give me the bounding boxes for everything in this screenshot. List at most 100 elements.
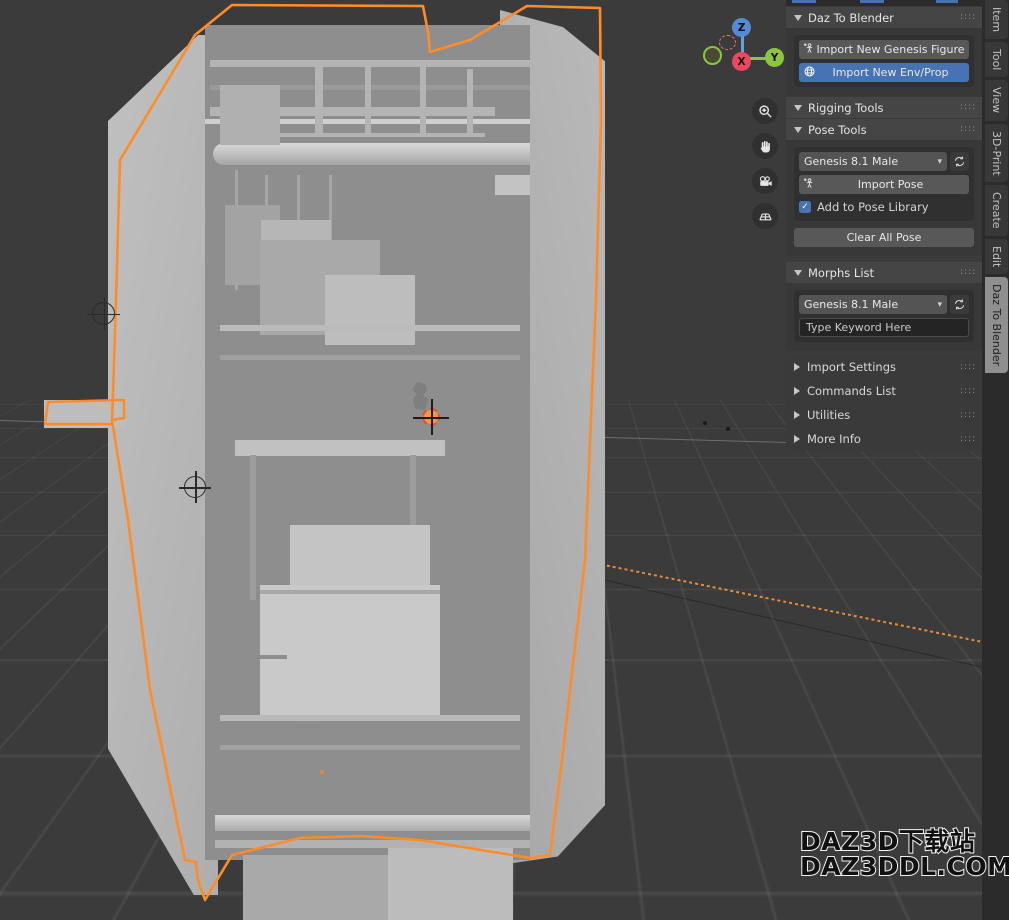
gizmo-axis-z-label: Z (738, 22, 746, 34)
gizmo-axis-neg-x[interactable] (719, 35, 736, 50)
morphs-figure-dropdown[interactable]: Genesis 8.1 Male ▾ (799, 295, 947, 314)
drag-grip-icon[interactable]: :::: (960, 270, 974, 275)
hand-icon[interactable] (752, 133, 778, 159)
section-header-rigging-tools[interactable]: Rigging Tools :::: (786, 96, 982, 118)
add-to-pose-library-row[interactable]: ✓ Add to Pose Library (799, 198, 969, 216)
section-header-pose-tools[interactable]: Pose Tools :::: (786, 118, 982, 140)
viewport-tool-column (752, 98, 780, 238)
section-body-morphs-list: Genesis 8.1 Male ▾ Type Keyword Here (786, 283, 982, 351)
base-column-side (388, 848, 513, 920)
navigation-gizmo[interactable]: Z X Y (696, 4, 782, 68)
section-header-utilities[interactable]: Utilities :::: (786, 403, 982, 427)
section-title-utilities: Utilities (807, 408, 850, 422)
chevron-down-icon (794, 105, 802, 111)
section-title-morphs-list: Morphs List (808, 266, 874, 280)
import-pose-button[interactable]: Import Pose (799, 175, 969, 194)
chevron-right-icon (794, 411, 800, 419)
gizmo-axis-neg-y[interactable] (703, 46, 722, 65)
drag-grip-icon[interactable]: :::: (960, 127, 974, 132)
section-title-rigging-tools: Rigging Tools (808, 101, 884, 115)
gizmo-axis-z[interactable]: Z (732, 18, 751, 37)
chevron-right-icon (794, 435, 800, 443)
morphs-list-box: Genesis 8.1 Male ▾ Type Keyword Here (794, 290, 974, 342)
camera-icon[interactable] (752, 168, 778, 194)
chevron-down-icon: ▾ (937, 157, 942, 167)
pose-tools-box: Genesis 8.1 Male ▾ Import Pose ✓ Add to … (794, 147, 974, 221)
chevron-right-icon (794, 387, 800, 395)
morphs-keyword-input[interactable]: Type Keyword Here (799, 318, 969, 337)
import-new-genesis-figure-label: Import New Genesis Figure (816, 43, 965, 56)
empty-sphere-upper[interactable] (92, 302, 115, 325)
import-new-genesis-figure-button[interactable]: Import New Genesis Figure (799, 40, 969, 59)
gizmo-axis-y[interactable]: Y (765, 48, 784, 67)
add-to-pose-library-checkbox[interactable]: ✓ (799, 201, 811, 213)
interior-machinery (205, 25, 530, 860)
pose-figure-row: Genesis 8.1 Male ▾ (799, 152, 969, 171)
section-body-daz-to-blender: Import New Genesis Figure Import New Env… (786, 28, 982, 96)
globe-icon (803, 65, 816, 81)
tab-3d-print[interactable]: 3D-Print (985, 124, 1008, 183)
morphs-figure-value: Genesis 8.1 Male (804, 298, 898, 311)
armature-pose-icon (803, 42, 816, 58)
chevron-down-icon: ▾ (937, 300, 942, 310)
watermark-line-2: DAZ3DDL.COM (800, 854, 1009, 879)
import-new-env-prop-button[interactable]: Import New Env/Prop (799, 63, 969, 82)
wall-flange (44, 400, 126, 428)
gizmo-axis-x[interactable]: X (732, 52, 751, 71)
scene-point-c (320, 770, 324, 774)
clear-all-pose-button[interactable]: Clear All Pose (794, 228, 974, 247)
n-panel-daz-to-blender: Daz To Blender :::: Import New Genesis F… (786, 0, 982, 451)
drag-grip-icon[interactable]: :::: (960, 365, 974, 370)
tab-3d-print-label: 3D-Print (990, 131, 1003, 176)
clear-all-pose-label: Clear All Pose (847, 231, 922, 244)
tab-item[interactable]: Item (985, 0, 1008, 39)
tab-item-label: Item (990, 7, 1003, 32)
section-body-pose-tools: Genesis 8.1 Male ▾ Import Pose ✓ Add to … (786, 140, 982, 256)
pose-figure-dropdown[interactable]: Genesis 8.1 Male ▾ (799, 152, 947, 171)
tab-tool[interactable]: Tool (985, 42, 1008, 77)
section-header-import-settings[interactable]: Import Settings :::: (786, 355, 982, 379)
morphs-keyword-value: Type Keyword Here (806, 321, 911, 334)
section-title-commands-list: Commands List (807, 384, 896, 398)
import-pose-label: Import Pose (816, 178, 965, 191)
watermark-line-1: DAZ3D下载站 (800, 829, 1009, 854)
pose-figure-value: Genesis 8.1 Male (804, 155, 898, 168)
tab-daz-to-blender[interactable]: Daz To Blender (985, 277, 1008, 373)
chevron-down-icon (794, 270, 802, 276)
gizmo-axis-x-label: X (737, 56, 745, 68)
tab-view[interactable]: View (985, 80, 1008, 120)
tab-create[interactable]: Create (985, 185, 1008, 236)
drag-grip-icon[interactable]: :::: (960, 437, 974, 442)
gizmo-axis-y-label: Y (771, 52, 779, 64)
morphs-refresh-button[interactable] (950, 295, 969, 314)
drag-grip-icon[interactable]: :::: (960, 389, 974, 394)
section-title-daz-to-blender: Daz To Blender (808, 11, 894, 25)
pose-refresh-button[interactable] (950, 152, 969, 171)
section-header-more-info[interactable]: More Info :::: (786, 427, 982, 451)
tab-edit-label: Edit (990, 246, 1003, 267)
drag-grip-icon[interactable]: :::: (960, 105, 974, 110)
watermark: DAZ3D下载站 DAZ3DDL.COM (800, 829, 1009, 879)
wall-panel-left (108, 35, 218, 895)
empty-sphere-lower[interactable] (184, 476, 206, 498)
chevron-down-icon (794, 127, 802, 133)
tab-create-label: Create (990, 192, 1003, 229)
tab-view-label: View (990, 87, 1003, 113)
zoom-icon[interactable] (752, 98, 778, 124)
morphs-figure-row: Genesis 8.1 Male ▾ (799, 295, 969, 314)
sidebar-tab-rail: Item Tool View 3D-Print Create Edit Daz … (982, 0, 1009, 920)
armature-pose-icon (803, 177, 816, 193)
section-header-morphs-list[interactable]: Morphs List :::: (786, 261, 982, 283)
blender-window: Z X Y Daz To Blender:::: Import New Gen… (0, 0, 1009, 920)
section-title-pose-tools: Pose Tools (808, 123, 867, 137)
tab-edit[interactable]: Edit (985, 239, 1008, 274)
drag-grip-icon[interactable]: :::: (960, 15, 974, 20)
grid-icon[interactable] (752, 203, 778, 229)
section-header-commands-list[interactable]: Commands List :::: (786, 379, 982, 403)
tab-daz-to-blender-label: Daz To Blender (990, 284, 1003, 366)
section-title-import-settings: Import Settings (807, 360, 896, 374)
tab-tool-label: Tool (990, 49, 1003, 70)
section-title-more-info: More Info (807, 432, 861, 446)
drag-grip-icon[interactable]: :::: (960, 413, 974, 418)
section-header-daz-to-blender[interactable]: Daz To Blender :::: (786, 6, 982, 28)
